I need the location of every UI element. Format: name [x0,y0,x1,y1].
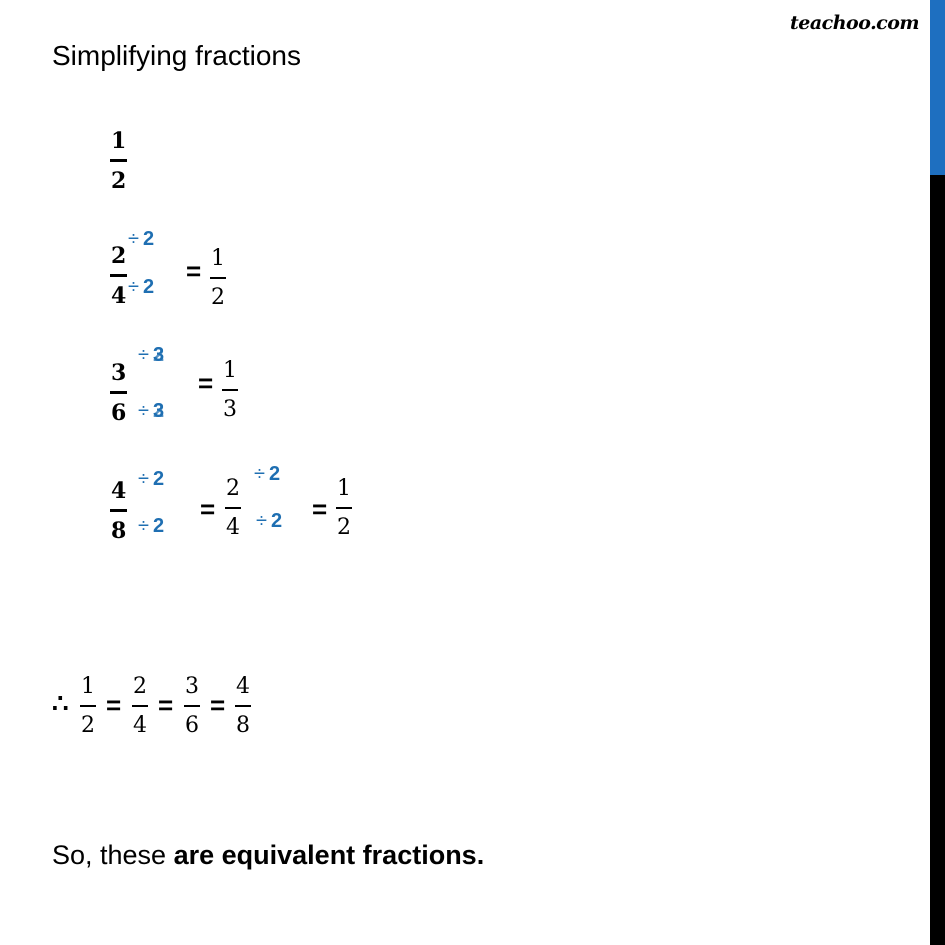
fraction-result: 1 3 [222,360,238,421]
divisor-bottom: ÷ 2 [138,515,165,537]
divisor-top: ÷ 3 2 [138,344,165,366]
numerator: 3 [185,674,199,699]
denominator: 4 [133,713,147,738]
conclusion-bold: are equivalent fractions. [173,840,485,870]
teachoo-logo: teachoo.com [790,12,920,34]
equals-sign: = [198,368,214,398]
numerator: 2 [133,674,147,699]
divisor-bottom: ÷ 2 [128,276,155,298]
fraction-bar [235,705,251,707]
numerator: 2 [226,476,240,501]
denominator: 4 [226,515,240,540]
fraction-bar [110,391,128,394]
fraction-3-6: 3 6 [110,360,128,426]
numerator: 1 [211,246,225,271]
summary-fraction: 2 4 [132,676,148,737]
summary-fraction: 1 2 [80,676,96,737]
divisor2-bottom: ÷ 2 [256,510,283,532]
fraction-result: 1 2 [336,478,352,539]
fraction-bar [222,389,238,391]
fraction-mid: 2 4 [225,478,241,539]
fraction-bar [110,274,128,277]
equals-sign: = [312,494,328,524]
numerator: 1 [223,358,237,383]
fraction-result: 1 2 [210,248,226,309]
denominator: 2 [111,167,127,194]
denominator: 8 [111,517,127,544]
summary-fraction: 3 6 [184,676,200,737]
denominator: 8 [236,713,250,738]
denominator: 2 [211,285,225,310]
equals-sign: = [200,494,216,524]
fraction-bar [110,159,128,162]
fraction-bar [210,277,226,279]
denominator: 3 [223,397,237,422]
summary-fraction: 4 8 [235,676,251,737]
equals-sign: = [186,256,202,286]
equals-sign: = [106,690,122,720]
conclusion-prefix: So, these [52,840,174,870]
equals-sign: = [158,690,174,720]
numerator: 2 [111,243,127,269]
equals-sign: = [210,690,226,720]
divisor-top: ÷ 2 [138,468,165,490]
fraction-1-2: 1 2 [110,128,128,194]
denominator: 2 [81,713,95,738]
denominator: 4 [111,282,127,309]
numerator: 4 [236,674,250,699]
numerator: 4 [111,478,127,504]
fraction-bar [336,507,352,509]
numerator: 1 [111,128,127,154]
fraction-4-8: 4 8 [110,478,128,544]
fraction-bar [184,705,200,707]
fraction-bar [225,507,241,509]
denominator: 6 [111,399,127,426]
fraction-bar [110,509,128,512]
fraction-2-4: 2 4 [110,243,128,309]
therefore-symbol: ∴ [52,688,69,718]
numerator: 1 [337,476,351,501]
divisor-bottom: ÷ 3 2 [138,400,165,422]
numerator: 1 [81,674,95,699]
conclusion-text: So, these are equivalent fractions. [52,840,484,871]
divisor-top: ÷ 2 [128,228,155,250]
scrollbar-thumb[interactable] [930,0,945,175]
denominator: 2 [337,515,351,540]
numerator: 3 [111,360,127,386]
denominator: 6 [185,713,199,738]
fraction-bar [80,705,96,707]
fraction-bar [132,705,148,707]
page-title: Simplifying fractions [52,40,301,71]
divisor2-top: ÷ 2 [254,463,281,485]
